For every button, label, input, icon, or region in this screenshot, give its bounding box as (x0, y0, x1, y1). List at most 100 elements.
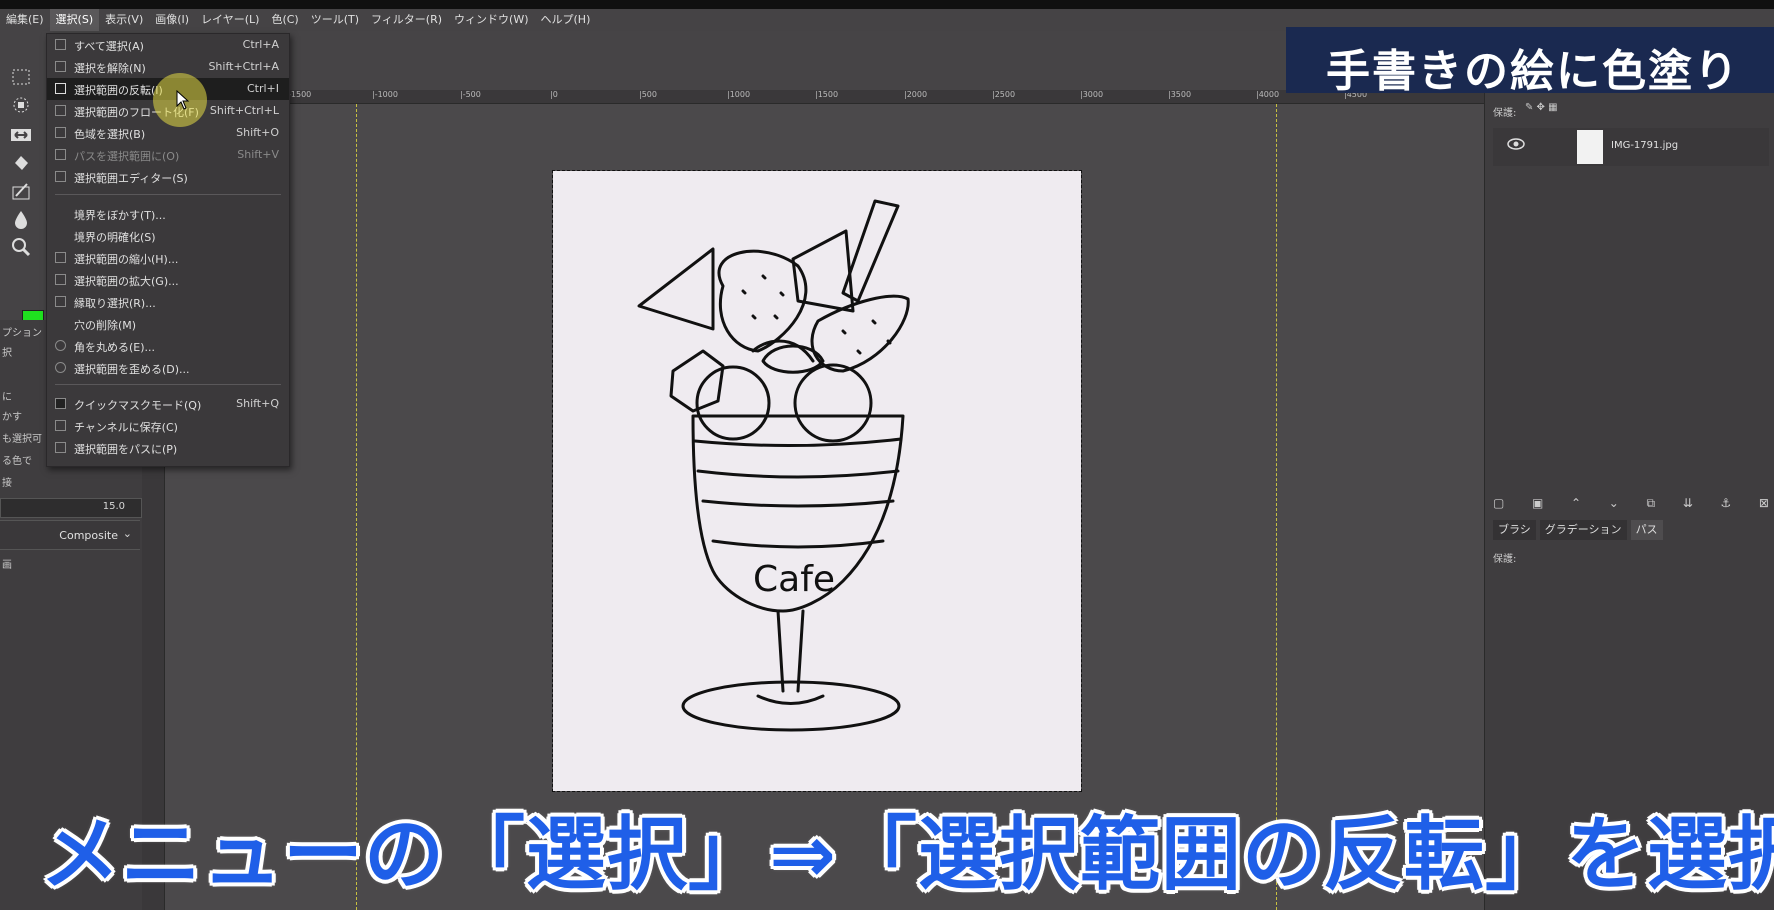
menu-tools[interactable]: ツール(T) (305, 9, 365, 31)
menu-image[interactable]: 画像(I) (149, 9, 195, 31)
tool-options-footer: 画 (2, 560, 12, 571)
threshold-spinner[interactable]: 15.0 (0, 498, 142, 518)
parfait-drawing: Cafe (637, 199, 910, 732)
rect-select-tool-icon[interactable] (9, 65, 33, 89)
menu-item-feather[interactable]: 境界をぼかす(T)... (47, 203, 289, 225)
image-canvas[interactable]: Cafe (552, 170, 1082, 792)
new-layer-group-icon[interactable]: ▣ (1532, 496, 1543, 516)
dock-tabs: ブラシ グラデーション パス (1493, 520, 1663, 540)
menu-item-label: 選択を解除(N) (74, 62, 146, 75)
menu-select[interactable]: 選択(S) (49, 9, 100, 31)
menu-item-grow[interactable]: 選択範囲の拡大(G)... (47, 269, 289, 291)
tool-options-feather[interactable]: かす (2, 408, 22, 423)
ruler-tick: |-1000 (372, 90, 398, 99)
ruler-tick: |2000 (904, 90, 928, 99)
tool-options-mode: 択 (2, 348, 12, 359)
menu-windows[interactable]: ウィンドウ(W) (448, 9, 534, 31)
bucket-fill-tool-icon[interactable] (9, 151, 33, 175)
menu-item-border[interactable]: 縁取り選択(R)... (47, 291, 289, 313)
menu-item-quick-mask[interactable]: クイックマスクモード(Q) Shift+Q (47, 393, 289, 415)
lock-pixels-icon[interactable]: ✎ ✥ ▦ (1525, 102, 1558, 113)
transform-tool-icon[interactable] (9, 123, 33, 147)
ruler-tick: |1500 (815, 90, 839, 99)
visibility-eye-icon[interactable] (1507, 138, 1525, 150)
menu-item-label: 角を丸める(E)... (74, 341, 156, 354)
new-layer-icon[interactable]: ▢ (1493, 496, 1504, 516)
layer-row[interactable]: IMG-1791.jpg (1493, 128, 1769, 166)
menu-item-selection-editor[interactable]: 選択範囲エディター(S) (47, 166, 289, 188)
tool-options-color[interactable]: る色で (2, 452, 32, 467)
raise-layer-icon[interactable]: ⌃ (1571, 496, 1581, 516)
tab-paths[interactable]: パス (1630, 520, 1663, 540)
menu-item-select-all[interactable]: すべて選択(A) Ctrl+A (47, 34, 289, 56)
menu-item-label: 穴の削除(M) (74, 319, 137, 332)
menu-item-shrink[interactable]: 選択範囲の縮小(H)... (47, 247, 289, 269)
menu-item-label: 境界をぼかす(T)... (74, 209, 166, 222)
menu-item-remove-holes[interactable]: 穴の削除(M) (47, 313, 289, 335)
menu-item-shortcut: Shift+V (237, 148, 279, 161)
channel-icon (55, 420, 66, 431)
menu-item-rounded-rect[interactable]: 角を丸める(E)... (47, 335, 289, 357)
menu-item-shortcut: Shift+O (236, 126, 279, 139)
lock-label: 保護: (1493, 108, 1517, 119)
menu-filters[interactable]: フィルター(R) (365, 9, 448, 31)
path-to-selection-icon (55, 149, 66, 160)
threshold-value: 15.0 (102, 501, 125, 512)
layer-name[interactable]: IMG-1791.jpg (1611, 140, 1678, 151)
menu-item-by-color[interactable]: 色域を選択(B) Shift+O (47, 122, 289, 144)
ruler-tick: |2500 (992, 90, 1016, 99)
menu-item-label: 色域を選択(B) (74, 128, 146, 141)
toolbox (0, 31, 44, 342)
select-by-color-icon (55, 127, 66, 138)
select-by-combo[interactable]: Composite ⌄ (0, 520, 140, 550)
select-all-icon (55, 39, 66, 50)
tab-gradients[interactable]: グラデーション (1539, 520, 1627, 540)
menu-layer[interactable]: レイヤー(L) (195, 9, 265, 31)
mouse-cursor-icon (176, 90, 190, 110)
paths-lock-label: 保護: (1493, 554, 1517, 565)
duplicate-layer-icon[interactable]: ⧉ (1647, 496, 1656, 516)
select-by-value: Composite (59, 529, 118, 542)
menu-separator (55, 384, 281, 385)
tutorial-caption: メニューの「選択」⇒「選択範囲の反転」を選択 (40, 790, 1774, 901)
menu-item-to-path[interactable]: 選択範囲をパスに(P) (47, 437, 289, 459)
zoom-tool-icon[interactable] (9, 235, 33, 259)
ruler-tick: -1500 (288, 90, 312, 99)
ruler-tick: |4000 (1256, 90, 1280, 99)
ruler-tick: |0 (550, 90, 558, 99)
menu-edit[interactable]: 編集(E) (0, 9, 50, 31)
menu-item-shortcut: Shift+Q (236, 397, 279, 410)
fuzzy-select-tool-icon[interactable] (9, 93, 33, 117)
menu-colors[interactable]: 色(C) (265, 9, 304, 31)
tool-options-sample[interactable]: も選択可 (2, 430, 42, 445)
cafe-label: Cafe (753, 559, 835, 600)
menu-item-label: 選択範囲の反転(I) (74, 84, 163, 97)
video-title-banner: 手書きの絵に色塗り (1286, 27, 1774, 97)
menu-item-label: 選択範囲を歪める(D)... (74, 363, 190, 376)
menu-item-distort[interactable]: 選択範囲を歪める(D)... (47, 357, 289, 379)
lower-layer-icon[interactable]: ⌄ (1609, 496, 1619, 516)
delete-layer-icon[interactable]: ⊠ (1759, 496, 1769, 516)
menu-help[interactable]: ヘルプ(H) (535, 9, 597, 31)
tool-options-row-a: に (2, 392, 12, 403)
grow-icon (55, 274, 66, 285)
anchor-layer-icon[interactable]: ⚓ (1720, 496, 1731, 516)
tab-brushes[interactable]: ブラシ (1493, 520, 1536, 540)
tool-options-title: プション (2, 328, 42, 339)
merge-layer-icon[interactable]: ⇊ (1683, 496, 1693, 516)
menu-item-save-channel[interactable]: チャンネルに保存(C) (47, 415, 289, 437)
menu-item-sharpen[interactable]: 境界の明確化(S) (47, 225, 289, 247)
caption-text: メニューの「選択」⇒「選択範囲の反転」を選択 (40, 808, 1774, 901)
ruler-tick: |3000 (1080, 90, 1104, 99)
border-icon (55, 296, 66, 307)
layers-panel: 保護: ✎ ✥ ▦ IMG-1791.jpg ▢ ▣ ⌃ ⌄ ⧉ ⇊ ⚓ ⊠ ブ… (1484, 90, 1774, 910)
menu-item-shortcut: Ctrl+A (242, 38, 279, 51)
menu-separator (55, 194, 281, 195)
paintbrush-tool-icon[interactable] (9, 179, 33, 203)
ruler-tick: |3500 (1168, 90, 1192, 99)
menu-item-from-path[interactable]: パスを選択範囲に(O) Shift+V (47, 144, 289, 166)
menu-item-label: 境界の明確化(S) (74, 231, 156, 244)
smudge-tool-icon[interactable] (9, 207, 33, 231)
menu-view[interactable]: 表示(V) (99, 9, 149, 31)
menu-item-label: 選択範囲をパスに(P) (74, 443, 178, 456)
